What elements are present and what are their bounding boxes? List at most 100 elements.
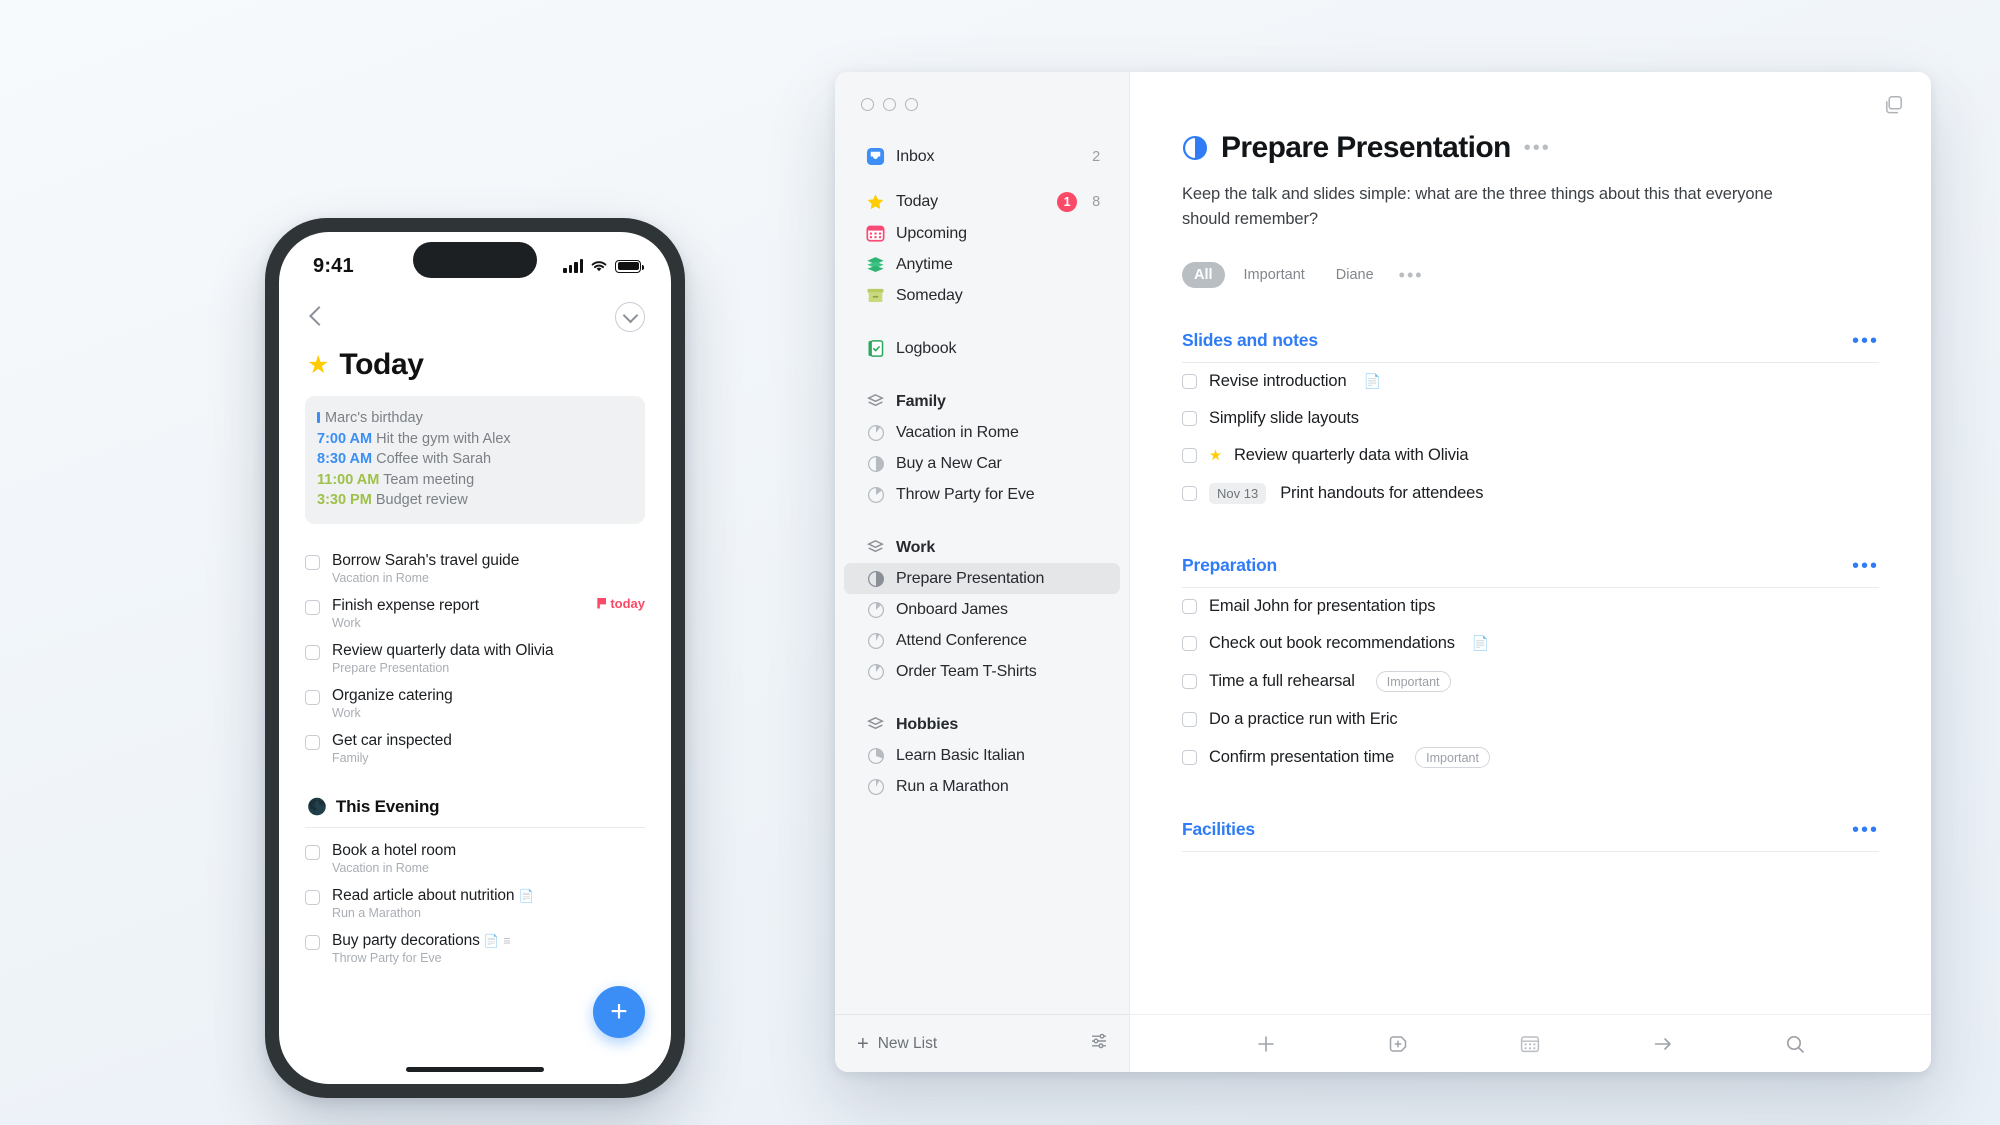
task-title: Organize catering xyxy=(332,686,453,704)
project-more-button[interactable]: ••• xyxy=(1524,138,1551,158)
sidebar-item-inbox[interactable]: Inbox 2 xyxy=(844,141,1120,172)
task-checkbox[interactable] xyxy=(305,644,320,660)
sidebar-project-attend-conference[interactable]: Attend Conference xyxy=(844,625,1120,656)
add-task-icon[interactable]: + xyxy=(593,986,645,1038)
main-toolbar-top xyxy=(1130,72,1931,121)
task-checkbox[interactable] xyxy=(305,934,320,950)
task-checkbox[interactable] xyxy=(1182,486,1197,501)
list-item[interactable]: Buy party decorations 📄 ≡ Throw Party for … xyxy=(305,926,645,971)
section-more-button[interactable]: ••• xyxy=(1852,820,1879,840)
list-item[interactable]: Read article about nutrition 📄 Run a Mara… xyxy=(305,881,645,926)
new-todo-icon[interactable] xyxy=(1254,1032,1278,1056)
task-checkbox[interactable] xyxy=(1182,750,1197,765)
list-item[interactable]: Organize catering Work xyxy=(305,681,645,726)
sidebar: Inbox 2 Today 1 8 Upcoming Anytime Somed… xyxy=(835,72,1130,1072)
filter-more-button[interactable]: ••• xyxy=(1399,265,1424,286)
task-checkbox[interactable] xyxy=(305,889,320,905)
new-heading-icon[interactable] xyxy=(1386,1032,1410,1056)
sidebar-project-label: Buy a New Car xyxy=(896,454,1002,472)
chevron-down-circle-icon[interactable] xyxy=(615,302,645,332)
list-item[interactable]: Borrow Sarah's travel guide Vacation in … xyxy=(305,546,645,591)
back-chevron-icon[interactable] xyxy=(305,306,327,328)
sidebar-project-label: Throw Party for Eve xyxy=(896,485,1035,503)
sidebar-project-prepare-presentation[interactable]: Prepare Presentation xyxy=(844,563,1120,594)
filter-chip-all[interactable]: All xyxy=(1182,262,1225,288)
task-checkbox[interactable] xyxy=(1182,411,1197,426)
sidebar-project-throw-party-for-eve[interactable]: Throw Party for Eve xyxy=(844,479,1120,510)
sidebar-item-someday[interactable]: Someday xyxy=(844,280,1120,311)
calendar-icon[interactable] xyxy=(1518,1032,1542,1056)
sidebar-project-run-a-marathon[interactable]: Run a Marathon xyxy=(844,771,1120,802)
screen-root: 9:41 ★ Today Marc's birthday 7:00 AM Hit… xyxy=(0,0,2000,1125)
task-title: Read article about nutrition xyxy=(332,886,515,904)
tag-badge[interactable]: Important xyxy=(1375,671,1451,692)
note-icon: 📄 xyxy=(1471,635,1490,651)
minimize-button[interactable] xyxy=(883,98,896,111)
section-title: Slides and notes xyxy=(1182,330,1318,350)
list-item[interactable]: Book a hotel room Vacation in Rome xyxy=(305,836,645,881)
table-row[interactable]: Confirm presentation time Important xyxy=(1182,738,1879,777)
task-title: Email John for presentation tips xyxy=(1209,597,1436,615)
task-checkbox[interactable] xyxy=(1182,636,1197,651)
phone-status-bar: 9:41 xyxy=(279,232,671,288)
task-checkbox[interactable] xyxy=(305,554,320,570)
new-list-button[interactable]: + New List xyxy=(857,1034,937,1054)
table-row[interactable]: Check out book recommendations 📄 xyxy=(1182,625,1879,662)
project-progress-icon xyxy=(1182,135,1208,161)
phone-page-title: ★ Today xyxy=(307,348,645,382)
filter-chip-important[interactable]: Important xyxy=(1232,262,1317,288)
sliders-icon[interactable] xyxy=(1089,1031,1109,1056)
search-icon[interactable] xyxy=(1783,1032,1807,1056)
section-more-button[interactable]: ••• xyxy=(1852,556,1879,576)
table-row[interactable]: ★ Review quarterly data with Olivia xyxy=(1182,437,1879,474)
table-row[interactable]: Nov 13 Print handouts for attendees xyxy=(1182,474,1879,513)
list-item[interactable]: Finish expense report Work today xyxy=(305,591,645,636)
task-checkbox[interactable] xyxy=(305,734,320,750)
table-row[interactable]: Time a full rehearsal Important xyxy=(1182,662,1879,701)
table-row[interactable]: Revise introduction 📄 xyxy=(1182,363,1879,400)
sidebar-item-label: Logbook xyxy=(896,339,957,357)
sidebar-project-order-team-t-shirts[interactable]: Order Team T-Shirts xyxy=(844,656,1120,687)
sidebar-project-learn-basic-italian[interactable]: Learn Basic Italian xyxy=(844,740,1120,771)
close-button[interactable] xyxy=(861,98,874,111)
task-title: Finish expense report xyxy=(332,596,479,614)
section-more-button[interactable]: ••• xyxy=(1852,331,1879,351)
task-title: Simplify slide layouts xyxy=(1209,409,1359,427)
task-title: Book a hotel room xyxy=(332,841,457,859)
sidebar-item-today[interactable]: Today 1 8 xyxy=(844,186,1120,218)
task-checkbox[interactable] xyxy=(305,844,320,860)
tag-badge[interactable]: Important xyxy=(1415,747,1490,768)
zoom-button[interactable] xyxy=(905,98,918,111)
sidebar-item-logbook[interactable]: Logbook xyxy=(844,333,1120,364)
calendar-card[interactable]: Marc's birthday 7:00 AM Hit the gym with… xyxy=(305,396,645,524)
sidebar-area-work[interactable]: Work xyxy=(844,532,1120,563)
due-today-label: today xyxy=(610,595,645,611)
sidebar-item-anytime[interactable]: Anytime xyxy=(844,249,1120,280)
sidebar-area-hobbies[interactable]: Hobbies xyxy=(844,709,1120,740)
task-checkbox[interactable] xyxy=(1182,448,1197,463)
move-icon[interactable] xyxy=(1651,1032,1675,1056)
task-checkbox[interactable] xyxy=(305,689,320,705)
section-preparation: Preparation ••• Email John for presentat… xyxy=(1182,555,1879,777)
table-row[interactable]: Email John for presentation tips xyxy=(1182,588,1879,625)
sidebar-item-upcoming[interactable]: Upcoming xyxy=(844,218,1120,249)
sidebar-project-vacation-in-rome[interactable]: Vacation in Rome xyxy=(844,417,1120,448)
table-row[interactable]: Simplify slide layouts xyxy=(1182,400,1879,437)
sidebar-project-buy-a-new-car[interactable]: Buy a New Car xyxy=(844,448,1120,479)
list-item[interactable]: Review quarterly data with Olivia Prepar… xyxy=(305,636,645,681)
task-title: Time a full rehearsal xyxy=(1209,672,1355,690)
duplicate-window-icon[interactable] xyxy=(1883,94,1905,121)
task-checkbox[interactable] xyxy=(1182,712,1197,727)
list-item[interactable]: Get car inspected Family xyxy=(305,726,645,771)
sidebar-project-onboard-james[interactable]: Onboard James xyxy=(844,594,1120,625)
filter-chip-diane[interactable]: Diane xyxy=(1324,262,1386,288)
note-icon: 📄 xyxy=(483,933,500,948)
task-checkbox[interactable] xyxy=(305,599,320,615)
task-checkbox[interactable] xyxy=(1182,599,1197,614)
task-checkbox[interactable] xyxy=(1182,674,1197,689)
task-checkbox[interactable] xyxy=(1182,374,1197,389)
table-row[interactable]: Do a practice run with Eric xyxy=(1182,701,1879,738)
project-progress-icon xyxy=(866,746,885,765)
sidebar-area-family[interactable]: Family xyxy=(844,386,1120,417)
divider xyxy=(305,826,645,828)
